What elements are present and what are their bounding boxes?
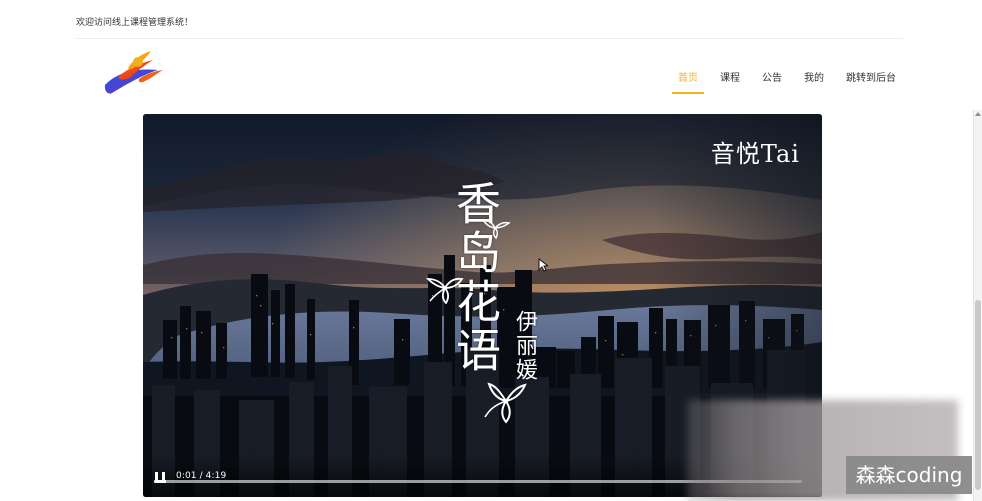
nav-item-mine[interactable]: 我的 bbox=[804, 72, 824, 94]
logo-icon[interactable] bbox=[100, 49, 166, 99]
flower-icon bbox=[480, 216, 511, 240]
welcome-text: 欢迎访问线上课程管理系统！ bbox=[76, 18, 194, 28]
channel-logo-text: 音悦Tai bbox=[710, 140, 800, 168]
artist-name: 伊丽媛 bbox=[512, 310, 537, 382]
flower-icon bbox=[482, 376, 530, 424]
main-nav: 首页 课程 公告 我的 跳转到后台 bbox=[672, 72, 903, 96]
top-info-bar: 欢迎访问线上课程管理系统！ bbox=[76, 0, 903, 39]
watermark-badge: 森森coding bbox=[846, 456, 972, 494]
page-scrollbar[interactable] bbox=[973, 110, 982, 501]
nav-item-courses[interactable]: 课程 bbox=[720, 72, 740, 94]
progress-fill bbox=[154, 480, 166, 483]
nav-item-admin-link[interactable]: 跳转到后台 bbox=[846, 72, 896, 94]
flower-icon bbox=[425, 271, 464, 305]
nav-item-announcements[interactable]: 公告 bbox=[762, 72, 782, 94]
mouse-cursor-icon bbox=[538, 257, 550, 272]
nav-item-home[interactable]: 首页 bbox=[672, 72, 704, 94]
scrollbar-thumb[interactable] bbox=[975, 300, 981, 490]
scroll-up-icon[interactable] bbox=[975, 112, 981, 116]
site-header: 首页 课程 公告 我的 跳转到后台 bbox=[76, 40, 903, 112]
